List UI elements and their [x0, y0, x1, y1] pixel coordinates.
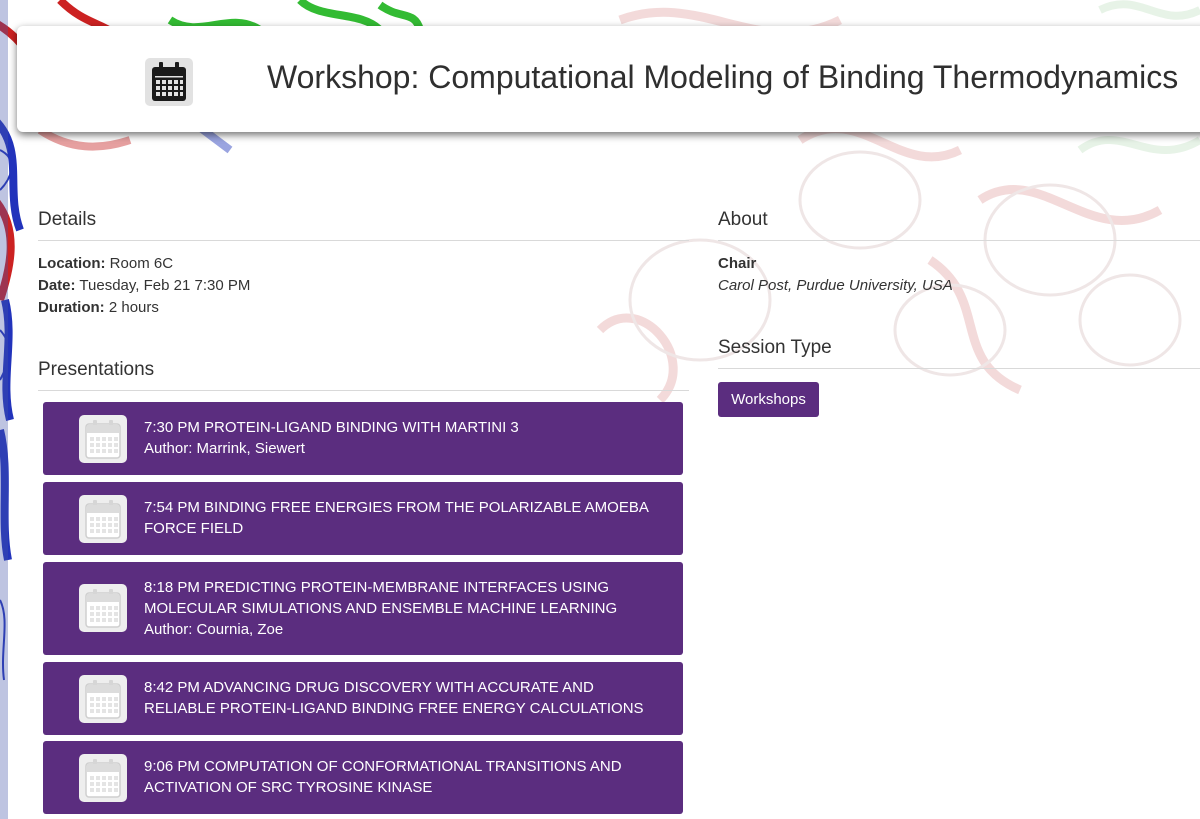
calendar-icon [79, 675, 127, 723]
presentations-divider [38, 390, 689, 391]
calendar-icon [145, 58, 193, 106]
presentation-card[interactable]: 7:54 PM BINDING FREE ENERGIES FROM THE P… [43, 482, 683, 555]
about-divider [718, 240, 1200, 241]
presentation-title: 8:42 PM ADVANCING DRUG DISCOVERY WITH AC… [144, 679, 644, 717]
date-label: Date: [38, 277, 76, 294]
presentation-title: 8:18 PM PREDICTING PROTEIN-MEMBRANE INTE… [144, 579, 618, 617]
presentation-card[interactable]: 9:06 PM COMPUTATION OF CONFORMATIONAL TR… [43, 741, 683, 814]
presentation-card[interactable]: 8:42 PM ADVANCING DRUG DISCOVERY WITH AC… [43, 662, 683, 735]
duration-row: Duration: 2 hours [38, 299, 159, 316]
chair-label: Chair [718, 255, 757, 272]
location-row: Location: Room 6C [38, 255, 173, 272]
calendar-icon [79, 415, 127, 463]
date-row: Date: Tuesday, Feb 21 7:30 PM [38, 277, 250, 294]
duration-value: 2 hours [108, 299, 159, 316]
calendar-icon [79, 495, 127, 543]
calendar-icon [79, 754, 127, 802]
presentation-card[interactable]: 7:30 PM PROTEIN-LIGAND BINDING WITH MART… [43, 402, 683, 475]
presentation-title: 9:06 PM COMPUTATION OF CONFORMATIONAL TR… [144, 758, 622, 796]
presentation-author: Author: Cournia, Zoe [144, 621, 284, 638]
about-heading: About [718, 209, 768, 230]
presentation-title: 7:54 PM BINDING FREE ENERGIES FROM THE P… [144, 499, 649, 537]
presentation-author: Author: Marrink, Siewert [144, 440, 305, 457]
header-card: Workshop: Computational Modeling of Bind… [17, 26, 1200, 132]
presentation-text: 7:30 PM PROTEIN-LIGAND BINDING WITH MART… [144, 417, 664, 459]
presentation-text: 7:54 PM BINDING FREE ENERGIES FROM THE P… [144, 497, 664, 539]
presentations-heading: Presentations [38, 359, 155, 380]
location-value: Room 6C [109, 255, 174, 272]
session-type-divider [718, 368, 1200, 369]
session-type-heading: Session Type [718, 337, 832, 358]
presentation-card[interactable]: 8:18 PM PREDICTING PROTEIN-MEMBRANE INTE… [43, 562, 683, 655]
chair-value: Carol Post, Purdue University, USA [718, 277, 953, 294]
date-value: Tuesday, Feb 21 7:30 PM [79, 277, 251, 294]
page-title: Workshop: Computational Modeling of Bind… [267, 59, 1179, 95]
duration-label: Duration: [38, 299, 105, 316]
details-divider [38, 240, 689, 241]
location-label: Location: [38, 255, 106, 272]
presentation-title: 7:30 PM PROTEIN-LIGAND BINDING WITH MART… [144, 419, 519, 436]
presentation-text: 8:42 PM ADVANCING DRUG DISCOVERY WITH AC… [144, 677, 664, 719]
calendar-icon [79, 584, 127, 632]
workshops-button[interactable]: Workshops [718, 382, 819, 417]
presentation-text: 8:18 PM PREDICTING PROTEIN-MEMBRANE INTE… [144, 577, 664, 640]
details-heading: Details [38, 209, 97, 230]
presentation-text: 9:06 PM COMPUTATION OF CONFORMATIONAL TR… [144, 756, 664, 798]
